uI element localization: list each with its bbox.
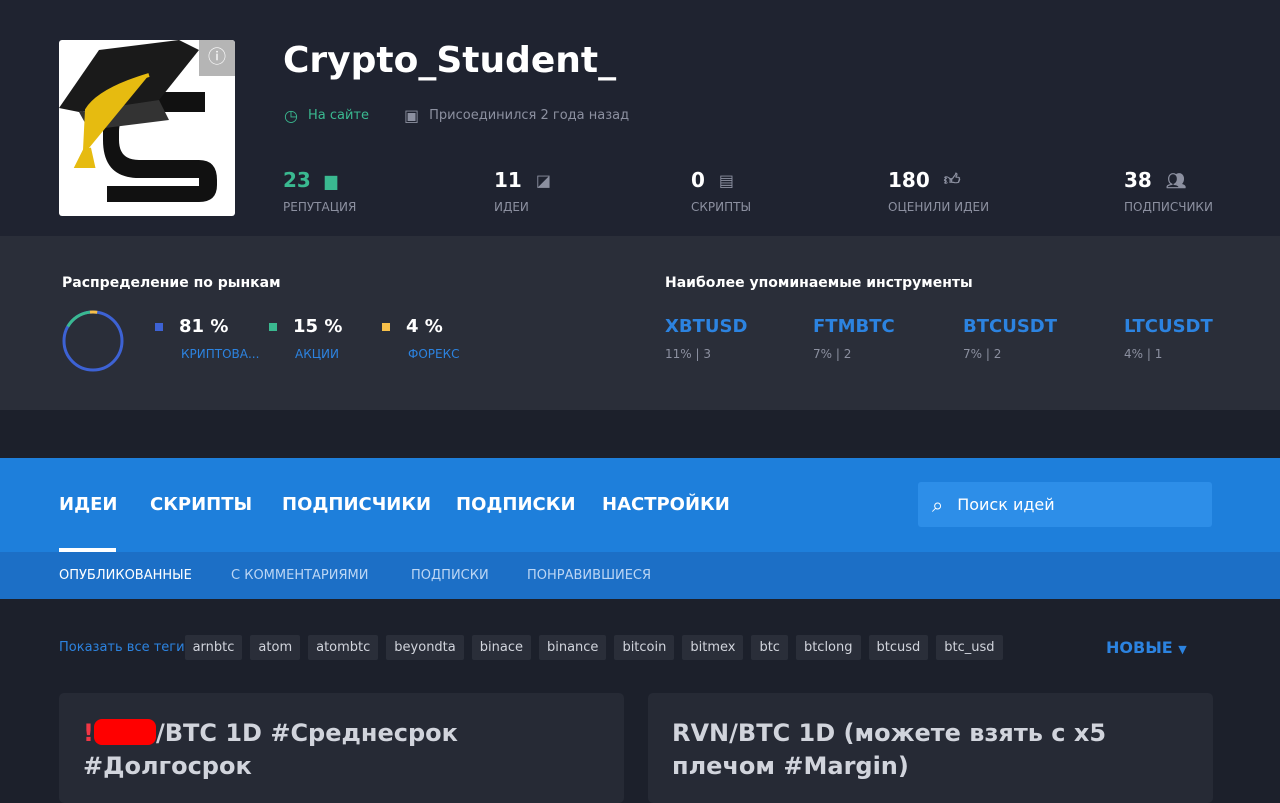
tag[interactable]: binace (471, 635, 531, 660)
donut-forex (62, 310, 124, 372)
profile-header: ⓘ Crypto_Student_ ◷ На сайте ▣ Присоедин… (0, 0, 1280, 236)
tag[interactable]: btcusd (868, 635, 929, 660)
calendar-icon: ▣ (404, 106, 420, 125)
market-stocks[interactable]: 15 % АКЦИИ (269, 316, 342, 361)
legend-square (155, 322, 163, 331)
stat-label: ИДЕИ (494, 200, 529, 214)
tag[interactable]: btc (751, 635, 788, 660)
status-text: На сайте (307, 108, 369, 123)
tag[interactable]: btc_usd (936, 635, 1003, 660)
market-crypto[interactable]: 81 % КРИПТОВА... (155, 316, 259, 361)
markets-donut (62, 310, 124, 372)
tag[interactable]: btclong (795, 635, 861, 660)
tag[interactable]: atom (250, 635, 301, 660)
search-input[interactable]: ⌕ Поиск идей (918, 482, 1212, 527)
tab-ideas[interactable]: ИДЕИ (59, 494, 117, 515)
markets-title: Распределение по рынкам (62, 275, 281, 291)
sort-label: НОВЫЕ (1106, 638, 1173, 657)
instrument-symbol[interactable]: BTCUSDT (963, 316, 1057, 337)
online-status: ◷ На сайте (284, 106, 369, 125)
donut-stocks (62, 310, 124, 372)
instrument-item[interactable]: BTCUSDT 7% | 2 (963, 316, 1057, 361)
tag[interactable]: arnbtc (184, 635, 243, 660)
tab-scripts[interactable]: СКРИПТЫ (150, 494, 252, 515)
tab-followers[interactable]: ПОДПИСЧИКИ (282, 494, 431, 515)
legend-square (269, 322, 277, 331)
instrument-info: 7% | 2 (813, 347, 852, 361)
profile-nav: ИДЕИ СКРИПТЫ ПОДПИСЧИКИ ПОДПИСКИ НАСТРОЙ… (0, 458, 1280, 552)
show-all-tags-link[interactable]: Показать все теги (59, 640, 185, 655)
instrument-symbol[interactable]: FTMBTC (813, 316, 895, 337)
stat-label: ОЦЕНИЛИ ИДЕИ (888, 200, 990, 214)
idea-card[interactable]: !/BTC 1D #Среднесрок #Долгосрок (59, 693, 624, 803)
market-value: 15 % (293, 316, 343, 337)
stat-ideas[interactable]: 11 ◪ ИДЕИ (494, 168, 551, 214)
instrument-item[interactable]: FTMBTC 7% | 2 (813, 316, 895, 361)
alert-mark: ! (83, 719, 94, 747)
tag[interactable]: bitcoin (614, 635, 675, 660)
idea-title[interactable]: RVN/BTC 1D (можете взять с x5 плечом #Ma… (672, 719, 1106, 780)
stat-reputation[interactable]: 23 ▆ РЕПУТАЦИЯ (283, 168, 356, 214)
bar-chart-icon: ▆ (324, 170, 338, 190)
instrument-symbol[interactable]: XBTUSD (665, 316, 747, 337)
search-placeholder: Поиск идей (957, 495, 1055, 514)
subnav: ОПУБЛИКОВАННЫЕ С КОММЕНТАРИЯМИ ПОДПИСКИ … (0, 552, 1280, 599)
info-icon[interactable]: ⓘ (199, 40, 235, 76)
market-label: КРИПТОВА... (181, 347, 260, 361)
tag[interactable]: beyondta (386, 635, 464, 660)
instrument-item[interactable]: XBTUSD 11% | 3 (665, 316, 747, 361)
instrument-info: 7% | 2 (963, 347, 1002, 361)
instruments-title: Наиболее упоминаемые инструменты (665, 275, 973, 291)
stat-value: 11 (494, 168, 522, 192)
clock-icon: ◷ (284, 106, 298, 125)
legend-square (382, 322, 390, 331)
instrument-info: 11% | 3 (665, 347, 711, 361)
thumbs-up-icon: 👍︎ (943, 170, 961, 189)
market-value: 4 % (406, 316, 443, 337)
market-label: ФОРЕКС (408, 347, 460, 361)
subtab-commented[interactable]: С КОММЕНТАРИЯМИ (231, 568, 368, 583)
document-icon: ▤ (718, 170, 735, 190)
avatar: ⓘ (59, 40, 235, 216)
stat-likes[interactable]: 180 👍︎ ОЦЕНИЛИ ИДЕИ (888, 168, 989, 214)
tags-row: Показать все теги arnbtc atom atombtc be… (59, 635, 1003, 660)
stat-label: ПОДПИСЧИКИ (1124, 200, 1213, 214)
tag[interactable]: atombtc (308, 635, 379, 660)
stat-value: 180 (888, 168, 930, 192)
stat-scripts[interactable]: 0 ▤ СКРИПТЫ (691, 168, 751, 214)
stat-value: 23 (283, 168, 311, 192)
stat-label: СКРИПТЫ (691, 200, 752, 214)
instrument-item[interactable]: LTCUSDT 4% | 1 (1124, 316, 1213, 361)
tag[interactable]: binance (538, 635, 607, 660)
joined-text: Присоединился 2 года назад (429, 108, 630, 123)
market-value: 81 % (179, 316, 229, 337)
chevron-down-icon: ▼ (1178, 643, 1187, 656)
stat-value: 0 (691, 168, 705, 192)
stat-followers[interactable]: 38 👥︎ ПОДПИСЧИКИ (1124, 168, 1213, 214)
idea-card[interactable]: RVN/BTC 1D (можете взять с x5 плечом #Ma… (648, 693, 1213, 803)
username: Crypto_Student_ (283, 40, 617, 81)
instrument-info: 4% | 1 (1124, 347, 1163, 361)
redaction (93, 719, 156, 745)
stat-label: РЕПУТАЦИЯ (283, 200, 357, 214)
sort-dropdown[interactable]: НОВЫЕ ▼ (1106, 638, 1187, 657)
subtab-published[interactable]: ОПУБЛИКОВАННЫЕ (59, 568, 192, 583)
tab-following[interactable]: ПОДПИСКИ (456, 494, 576, 515)
subtab-following[interactable]: ПОДПИСКИ (411, 568, 489, 583)
market-forex[interactable]: 4 % ФОРЕКС (382, 316, 460, 361)
market-label: АКЦИИ (295, 347, 339, 361)
search-icon: ⌕ (932, 492, 944, 517)
joined-info: ▣ Присоединился 2 года назад (404, 106, 629, 125)
stat-value: 38 (1124, 168, 1152, 192)
subtab-liked[interactable]: ПОНРАВИВШИЕСЯ (527, 568, 651, 583)
tag[interactable]: bitmex (682, 635, 744, 660)
tab-settings[interactable]: НАСТРОЙКИ (602, 494, 730, 515)
people-icon: 👥︎ (1165, 170, 1187, 190)
instrument-symbol[interactable]: LTCUSDT (1124, 316, 1213, 337)
line-chart-icon: ◪ (535, 170, 551, 190)
